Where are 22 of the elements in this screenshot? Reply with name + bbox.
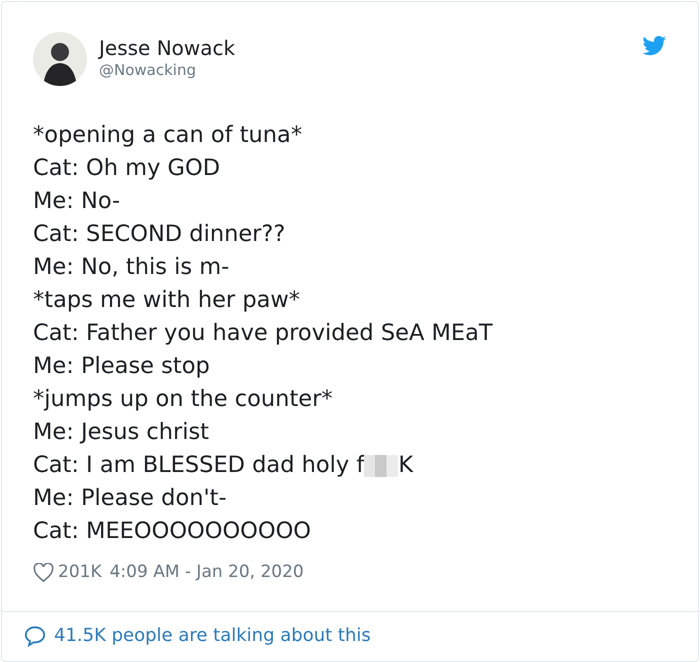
author-handle[interactable]: @Nowacking	[99, 60, 236, 80]
tweet-line: Cat: SECOND dinner??	[33, 220, 286, 249]
tweet-line: Cat: I am BLESSED dad holy f	[33, 451, 364, 480]
tweet-line: *jumps up on the counter*	[33, 385, 333, 414]
heart-icon[interactable]	[33, 563, 54, 582]
tweet-line: Me: No, this is m-	[33, 253, 230, 282]
tweet-line: Cat: Oh my GOD	[33, 154, 220, 183]
tweet-line: *taps me with her paw*	[33, 286, 300, 315]
tweet-line: Me: Jesus christ	[33, 418, 210, 447]
tweet-line: Me: No-	[33, 187, 120, 216]
tweet-line: Me: Please don't-	[33, 484, 227, 513]
tweet-line: Me: Please stop	[33, 352, 210, 381]
timestamp[interactable]: 4:09 AM - Jan 20, 2020	[110, 560, 304, 586]
author-name[interactable]: Jesse Nowack	[99, 36, 236, 60]
conversation-link[interactable]: 41.5K people are talking about this	[54, 622, 371, 649]
speech-bubble-icon[interactable]	[24, 624, 46, 646]
bird-icon[interactable]	[642, 36, 667, 56]
like-count[interactable]: 201K	[58, 560, 102, 586]
tweet-line-end: K	[398, 451, 414, 480]
tweet-line: Cat: MEEOOOOOOOOOO	[33, 517, 311, 546]
tweet-line: Cat: Father you have provided SeA MEaT	[33, 319, 493, 348]
tweet-line: *opening a can of tuna*	[33, 121, 302, 150]
